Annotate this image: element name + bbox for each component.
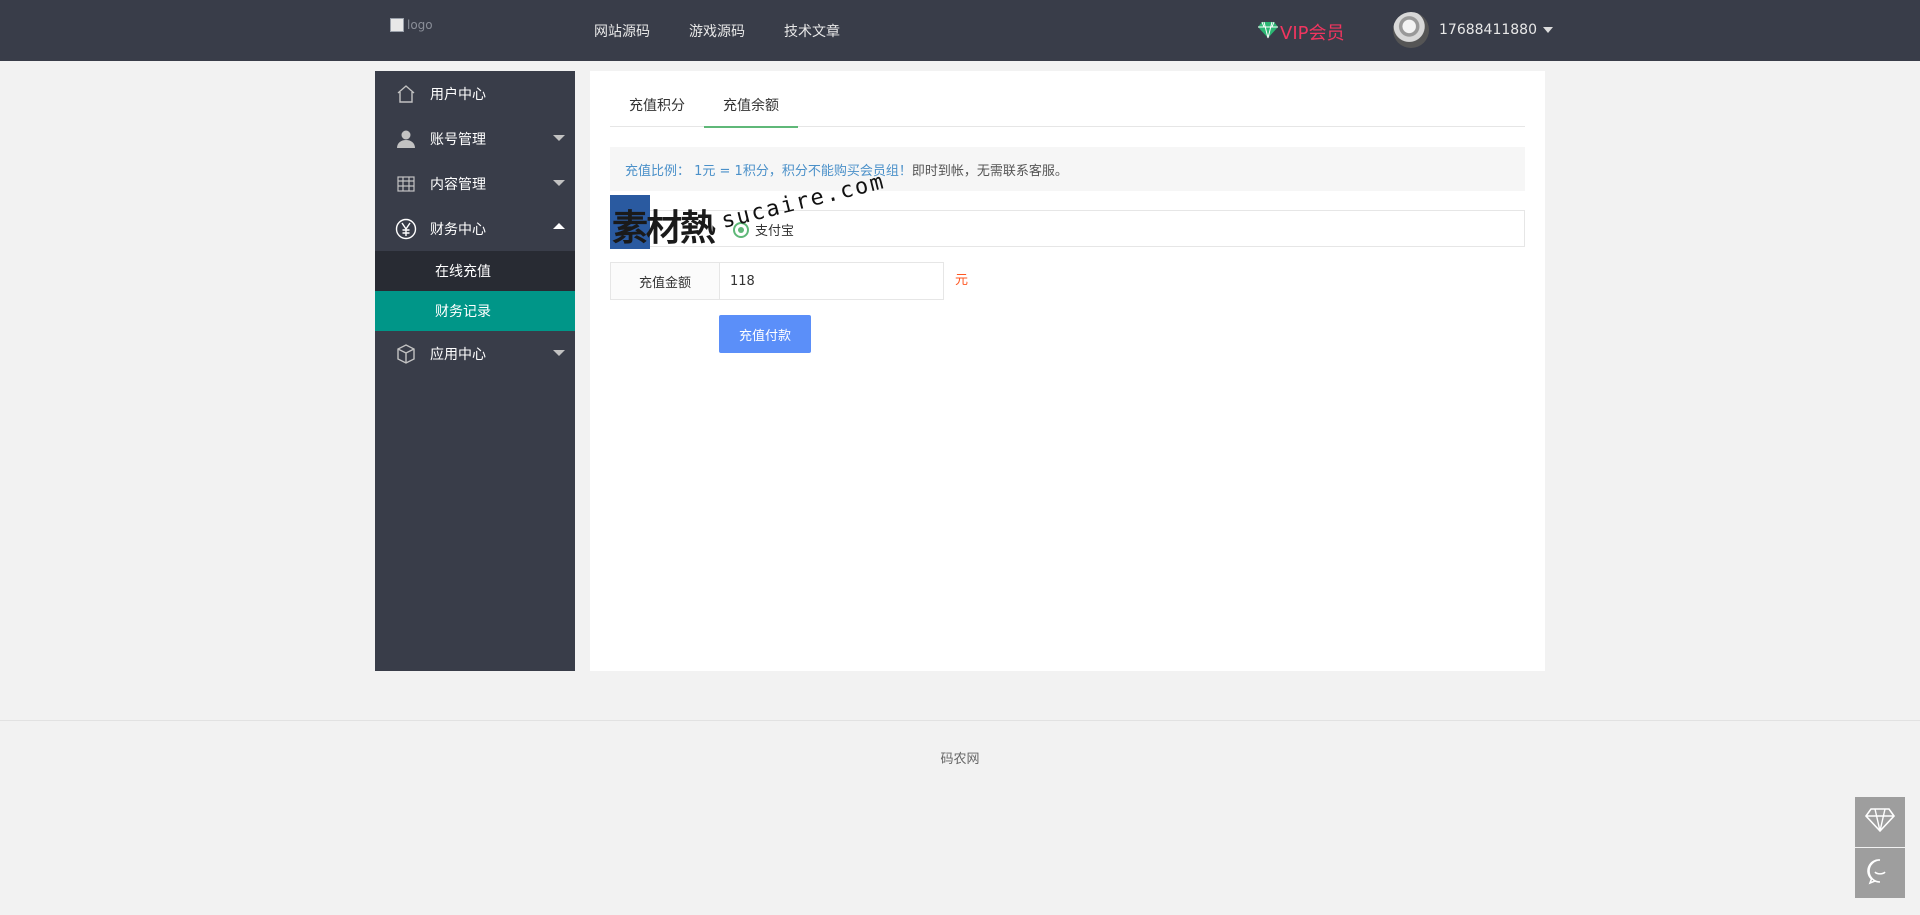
amount-row: 充值金额 元 xyxy=(610,262,968,300)
amount-input[interactable] xyxy=(720,262,944,300)
float-chat-button[interactable] xyxy=(1855,848,1905,898)
chevron-down-icon xyxy=(553,135,565,141)
main-nav: 网站源码 游戏源码 技术文章 xyxy=(594,0,879,61)
user-icon xyxy=(395,128,417,150)
chevron-down-icon xyxy=(553,180,565,186)
pay-button[interactable]: 充值付款 xyxy=(719,315,811,353)
broken-image-icon xyxy=(390,18,404,32)
site-logo[interactable]: logo xyxy=(390,16,450,34)
alipay-radio[interactable] xyxy=(733,222,749,238)
sidebar-item-label: 在线充值 xyxy=(435,264,491,280)
sidebar-item-content[interactable]: 内容管理 xyxy=(375,161,575,206)
chevron-up-icon xyxy=(553,223,565,229)
sidebar-item-label: 内容管理 xyxy=(430,176,486,193)
diamond-icon xyxy=(1258,21,1278,44)
recharge-notice: 充值比例： 1元 = 1积分，积分不能购买会员组！ 即时到帐，无需联系客服。 xyxy=(610,147,1525,191)
tab-recharge-points[interactable]: 充值积分 xyxy=(610,85,704,127)
sidebar-item-label: 用户中心 xyxy=(430,86,486,103)
payment-method-label: 支付宝 xyxy=(755,224,795,239)
sidebar-item-user-center[interactable]: 用户中心 xyxy=(375,71,575,116)
top-header: logo 网站源码 游戏源码 技术文章 VIP会员 17688411880 xyxy=(0,0,1920,61)
user-menu[interactable]: 17688411880 xyxy=(1393,12,1553,48)
footer: 码农网 xyxy=(0,720,1920,915)
vip-member-link[interactable]: VIP会员 xyxy=(1258,19,1344,45)
grid-icon xyxy=(395,173,417,195)
sidebar-item-label: 应用中心 xyxy=(430,346,486,363)
amount-label: 充值金额 xyxy=(610,262,720,300)
nav-website-source[interactable]: 网站源码 xyxy=(594,21,650,41)
footer-text: 码农网 xyxy=(940,752,980,767)
amount-unit: 元 xyxy=(955,273,969,288)
avatar[interactable] xyxy=(1393,12,1429,48)
chevron-down-icon xyxy=(553,350,565,356)
float-vip-button[interactable] xyxy=(1855,797,1905,847)
sidebar-item-online-recharge[interactable]: 在线充值 xyxy=(375,251,575,291)
logo-alt-text: logo xyxy=(407,18,433,32)
sidebar-item-finance-records[interactable]: 财务记录 xyxy=(375,291,575,331)
payment-method-row: 支付宝 xyxy=(610,210,1525,247)
sidebar-item-finance[interactable]: 财务中心 xyxy=(375,206,575,251)
sidebar-item-label: 财务记录 xyxy=(435,304,491,320)
yen-icon xyxy=(395,218,417,240)
sidebar-item-account[interactable]: 账号管理 xyxy=(375,116,575,161)
finance-submenu: 在线充值 财务记录 xyxy=(375,251,575,331)
recharge-tabs: 充值积分 充值余额 xyxy=(610,85,1525,128)
notice-highlight: 充值比例： 1元 = 1积分，积分不能购买会员组！ xyxy=(625,163,912,179)
nav-tech-articles[interactable]: 技术文章 xyxy=(784,21,840,41)
notice-text: 即时到帐，无需联系客服。 xyxy=(911,163,1068,179)
main-panel: 充值积分 充值余额 充值比例： 1元 = 1积分，积分不能购买会员组！ 即时到帐… xyxy=(590,71,1545,671)
home-icon xyxy=(395,83,417,105)
sidebar: 用户中心 账号管理 内容管理 财务中心 在线充值 财务记录 应用中心 xyxy=(375,71,575,671)
username: 17688411880 xyxy=(1439,22,1537,38)
sidebar-item-label: 账号管理 xyxy=(430,131,486,148)
nav-game-source[interactable]: 游戏源码 xyxy=(689,21,745,41)
vip-label: VIP会员 xyxy=(1280,23,1345,44)
chat-icon xyxy=(1866,857,1894,889)
diamond-icon xyxy=(1864,807,1896,837)
sidebar-item-label: 财务中心 xyxy=(430,221,486,238)
tab-recharge-balance[interactable]: 充值余额 xyxy=(704,85,798,128)
cube-icon xyxy=(395,343,417,365)
chevron-down-icon xyxy=(1542,27,1553,33)
sidebar-item-apps[interactable]: 应用中心 xyxy=(375,331,575,376)
